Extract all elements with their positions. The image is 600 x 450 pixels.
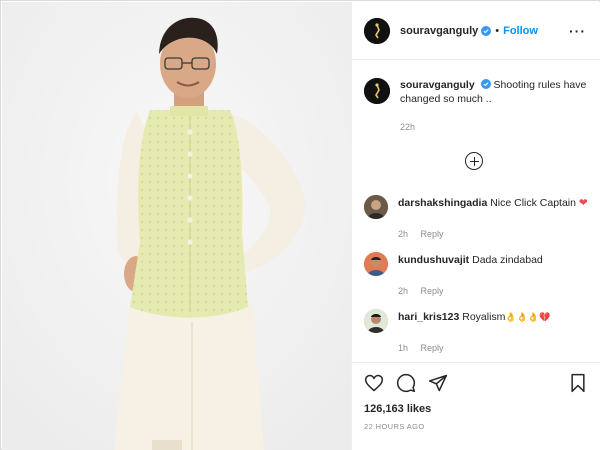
- verified-badge-icon: [481, 25, 492, 36]
- comment-text-block: kundushuvajit Dada zindabad: [398, 252, 543, 267]
- comment-username[interactable]: kundushuvajit: [398, 254, 469, 266]
- more-options-icon[interactable]: ···: [569, 23, 586, 39]
- comment-time[interactable]: 2h: [398, 286, 408, 296]
- load-more-comments-icon[interactable]: [465, 152, 483, 170]
- share-paper-plane-icon[interactable]: [428, 373, 448, 393]
- header-username[interactable]: souravganguly: [400, 25, 478, 37]
- commenter-avatar[interactable]: [364, 252, 388, 276]
- comment-text: Dada zindabad: [472, 254, 543, 266]
- caption-timestamp[interactable]: 22h: [400, 122, 415, 132]
- post-side-panel: souravganguly • Follow ··· souravganguly: [351, 2, 600, 450]
- post-actions: 126,163 likes 22 HOURS AGO: [352, 362, 600, 450]
- comment-bubble-icon[interactable]: [396, 373, 416, 393]
- likes-count[interactable]: 126,163 likes: [364, 403, 431, 415]
- commenter-photo: [364, 195, 388, 219]
- comment-meta: 2h Reply: [398, 286, 594, 296]
- header-separator: •: [495, 24, 500, 37]
- comment-text-block: hari_kris123 Royalism👌👌👌💔: [398, 309, 550, 324]
- man-in-nehru-jacket-illustration: [2, 2, 351, 450]
- comment-meta: 1h Reply: [398, 343, 594, 353]
- commenter-avatar[interactable]: [364, 195, 388, 219]
- commenter-photo: [364, 252, 388, 276]
- caption-avatar[interactable]: [364, 78, 390, 104]
- comment-text-block: darshakshingadia Nice Click Captain ❤: [398, 195, 588, 210]
- caption-text-block: souravganguly Shooting rules have change…: [400, 78, 594, 106]
- action-icons: [364, 373, 448, 393]
- post-caption: souravganguly Shooting rules have change…: [364, 78, 594, 106]
- instagram-post-window: souravganguly • Follow ··· souravganguly: [0, 0, 600, 450]
- like-heart-icon[interactable]: [364, 373, 384, 393]
- comment-meta: 2h Reply: [398, 229, 594, 239]
- save-button[interactable]: [569, 373, 587, 393]
- post-photo[interactable]: [2, 2, 351, 450]
- comment-text: Royalism: [462, 311, 506, 323]
- comment-item: darshakshingadia Nice Click Captain ❤ 2h…: [364, 195, 594, 239]
- comment-time[interactable]: 1h: [398, 343, 408, 353]
- bookmark-icon[interactable]: [569, 373, 587, 393]
- comment-time[interactable]: 2h: [398, 229, 408, 239]
- reply-button[interactable]: Reply: [421, 286, 444, 296]
- profile-avatar[interactable]: [364, 17, 390, 44]
- comment-emoji: ❤: [578, 197, 588, 209]
- comment-item: kundushuvajit Dada zindabad 2h Reply: [364, 252, 594, 296]
- reply-button[interactable]: Reply: [421, 343, 444, 353]
- reply-button[interactable]: Reply: [421, 229, 444, 239]
- commenter-photo: [364, 309, 388, 333]
- comment-text: Nice Click Captain: [490, 197, 576, 209]
- batsman-logo-icon: [364, 78, 390, 104]
- comment-username[interactable]: darshakshingadia: [398, 197, 487, 209]
- caption-username[interactable]: souravganguly: [400, 79, 475, 91]
- commenter-avatar[interactable]: [364, 309, 388, 333]
- comment-emoji: 👌👌👌💔: [505, 312, 551, 322]
- comment-username[interactable]: hari_kris123: [398, 311, 459, 323]
- post-header: souravganguly • Follow ···: [352, 2, 600, 60]
- verified-badge-icon: [480, 79, 491, 89]
- follow-button[interactable]: Follow: [503, 25, 538, 37]
- batsman-logo-icon: [364, 17, 390, 44]
- comment-item: hari_kris123 Royalism👌👌👌💔 1h Reply: [364, 309, 594, 353]
- post-timestamp[interactable]: 22 HOURS AGO: [364, 422, 425, 431]
